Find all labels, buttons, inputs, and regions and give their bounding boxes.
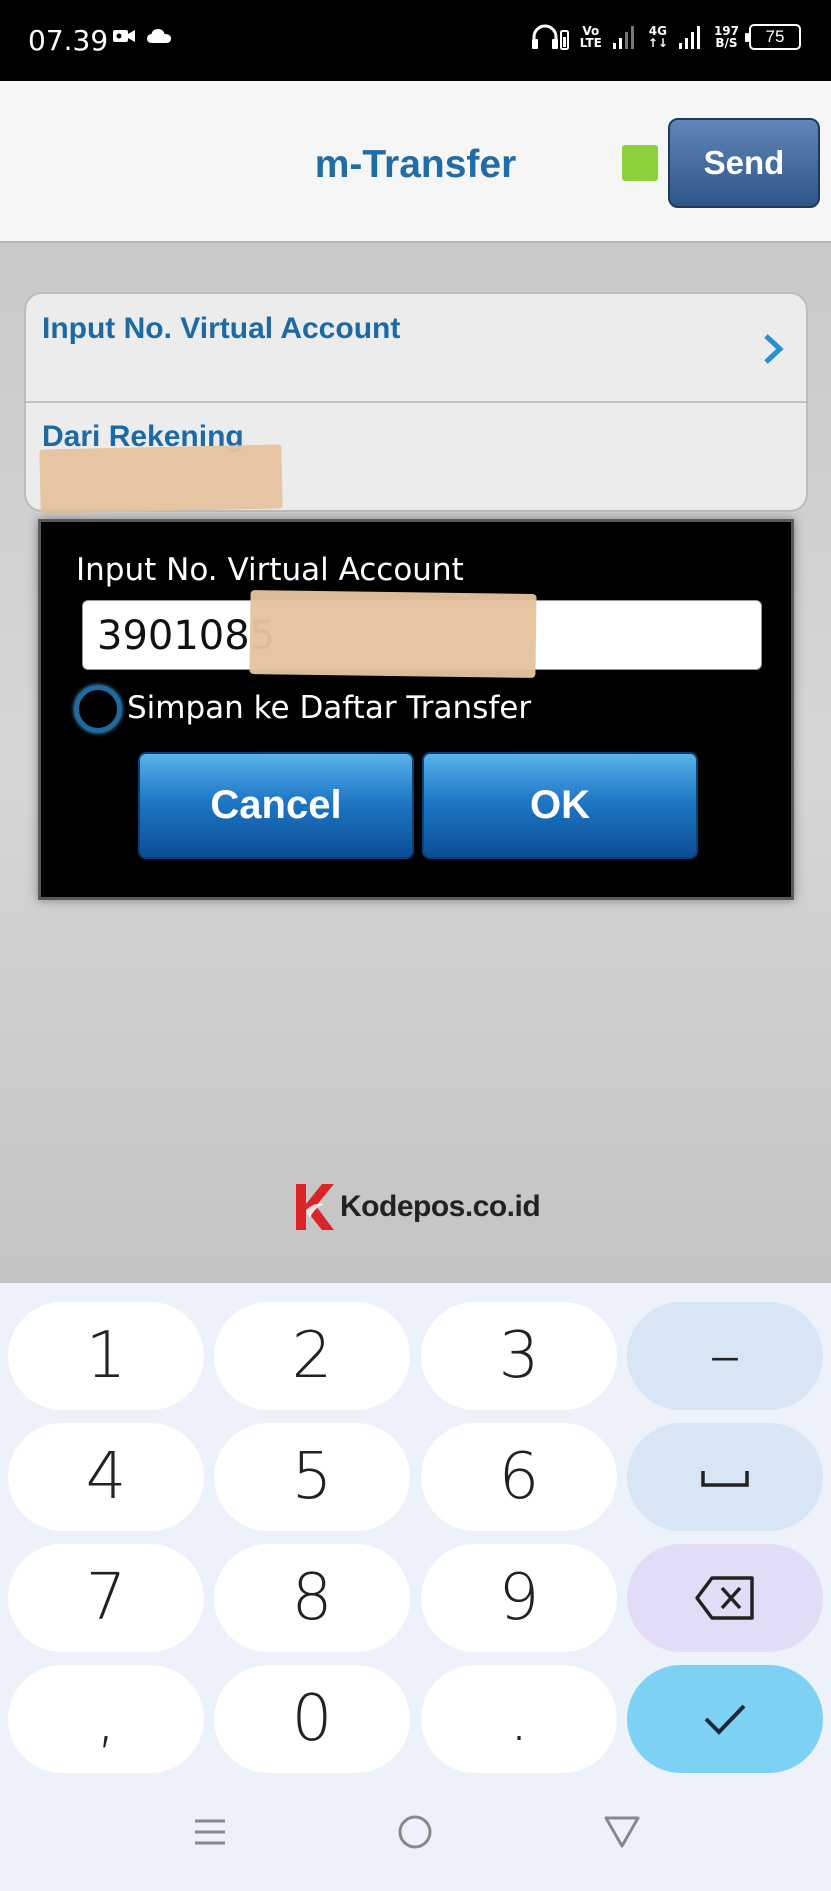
kodepos-logo-icon <box>296 1184 334 1230</box>
ok-button[interactable]: OK <box>422 752 698 859</box>
system-icons: Vo LTE 4G ↑↓ 197 B/S 75 <box>530 22 801 52</box>
space-icon <box>701 1471 749 1487</box>
virtual-account-row-label[interactable]: Input No. Virtual Account <box>42 312 400 346</box>
network-speed: 197 B/S <box>713 24 739 50</box>
status-indicator <box>622 145 658 181</box>
key-5[interactable]: 5 <box>214 1423 410 1531</box>
key-enter[interactable] <box>627 1665 823 1773</box>
save-to-list-radio[interactable] <box>74 685 122 733</box>
key-0[interactable]: 0 <box>214 1665 410 1773</box>
signal-icon <box>678 26 700 49</box>
back-icon[interactable] <box>602 1812 642 1852</box>
backspace-icon <box>695 1576 754 1620</box>
key-minus[interactable]: – <box>627 1302 823 1410</box>
divider <box>26 401 806 403</box>
network-type: 4G ↑↓ <box>647 24 668 50</box>
watermark-text: Kodepos.co.id <box>340 1190 541 1223</box>
menu-icon[interactable] <box>190 1812 230 1852</box>
key-9[interactable]: 9 <box>421 1544 617 1652</box>
key-3[interactable]: 3 <box>421 1302 617 1410</box>
signal-icon <box>612 26 634 49</box>
clock: 07.39 <box>28 24 109 57</box>
checkmark-icon <box>704 1704 746 1735</box>
key-6[interactable]: 6 <box>421 1423 617 1531</box>
dialog-title: Input No. Virtual Account <box>76 552 464 588</box>
key-comma[interactable]: , <box>8 1665 204 1773</box>
redaction-tape <box>249 590 537 678</box>
redaction-tape <box>39 444 283 514</box>
volte-indicator: Vo LTE <box>579 24 602 50</box>
chevron-right-icon[interactable] <box>758 332 786 366</box>
headphones-icon <box>531 24 569 50</box>
key-space[interactable] <box>627 1423 823 1531</box>
watermark: Kodepos.co.id <box>292 1180 541 1234</box>
notification-icons <box>112 26 172 46</box>
key-7[interactable]: 7 <box>8 1544 204 1652</box>
key-2[interactable]: 2 <box>214 1302 410 1410</box>
send-button[interactable]: Send <box>668 118 820 208</box>
key-1[interactable]: 1 <box>8 1302 204 1410</box>
cancel-button[interactable]: Cancel <box>138 752 414 859</box>
save-to-list-label[interactable]: Simpan ke Daftar Transfer <box>127 690 531 726</box>
numeric-keyboard: 1 2 3 – 4 5 6 7 8 9 , 0 . <box>0 1283 831 1891</box>
home-icon[interactable] <box>395 1812 435 1852</box>
battery-icon: 75 <box>745 24 801 50</box>
video-camera-icon <box>113 30 135 42</box>
app-header: m-Transfer Send <box>0 81 831 243</box>
key-backspace[interactable] <box>627 1544 823 1652</box>
status-bar: 07.39 Vo LTE 4G ↑↓ 197 B/S 75 <box>0 0 831 81</box>
key-4[interactable]: 4 <box>8 1423 204 1531</box>
cloud-icon <box>147 29 171 43</box>
navigation-bar <box>0 1790 831 1880</box>
virtual-account-dialog: Input No. Virtual Account 3901085 Simpan… <box>38 519 794 900</box>
key-8[interactable]: 8 <box>214 1544 410 1652</box>
key-period[interactable]: . <box>421 1665 617 1773</box>
